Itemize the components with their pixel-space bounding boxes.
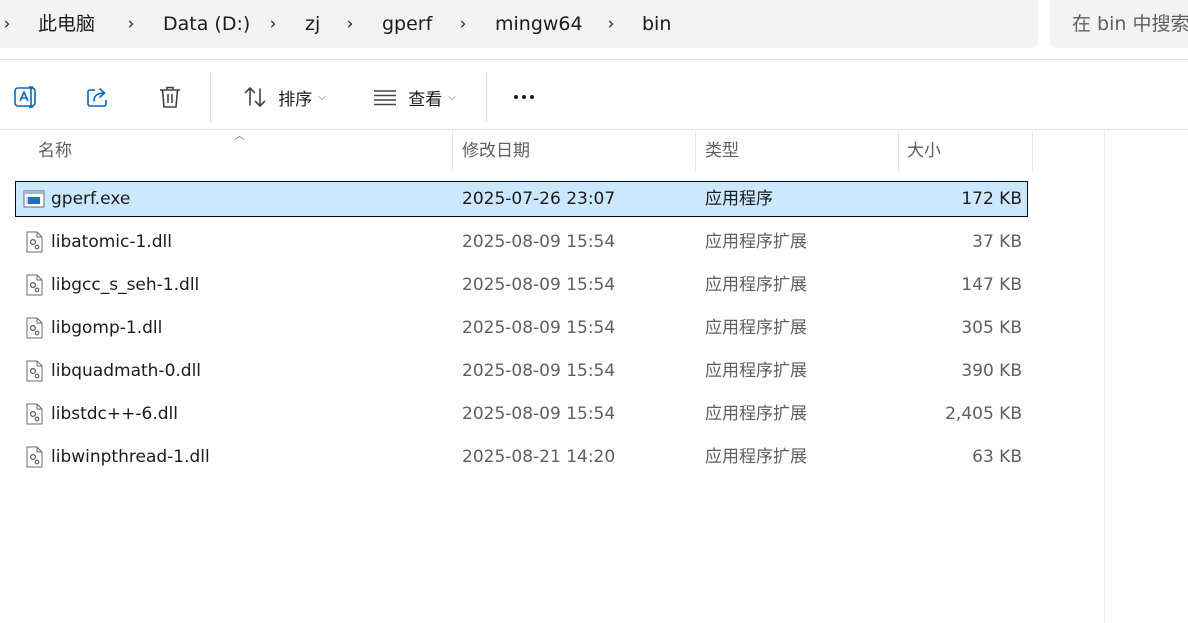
exe-icon xyxy=(23,190,45,208)
view-label: 查看 xyxy=(408,89,443,110)
file-row-libatomic[interactable]: libatomic-1.dll 2025-08-09 15:54 应用程序扩展 … xyxy=(15,224,1028,260)
file-modified: 2025-08-09 15:54 xyxy=(462,404,616,424)
breadcrumb-item-bin[interactable]: bin xyxy=(642,12,671,36)
file-type: 应用程序扩展 xyxy=(705,447,807,467)
file-size: 2,405 KB xyxy=(945,404,1022,424)
file-modified: 2025-08-09 15:54 xyxy=(462,232,616,252)
file-type: 应用程序 xyxy=(705,189,773,209)
toolbar-separator xyxy=(210,72,211,122)
file-row-gperf-exe[interactable]: gperf.exe 2025-07-26 23:07 应用程序 172 KB xyxy=(15,181,1028,217)
file-modified: 2025-08-09 15:54 xyxy=(462,361,616,381)
more-options-button[interactable] xyxy=(502,76,546,118)
chevron-down-icon: ⌵ xyxy=(448,91,456,103)
file-size: 147 KB xyxy=(961,275,1022,295)
column-header-type[interactable]: 类型 xyxy=(705,131,739,171)
file-row-libquadmath[interactable]: libquadmath-0.dll 2025-08-09 15:54 应用程序扩… xyxy=(15,353,1028,389)
file-size: 37 KB xyxy=(972,232,1022,252)
file-row-libgomp[interactable]: libgomp-1.dll 2025-08-09 15:54 应用程序扩展 30… xyxy=(15,310,1028,346)
column-resize-handle[interactable] xyxy=(695,131,696,171)
breadcrumb-item-zj[interactable]: zj xyxy=(305,12,320,36)
file-modified: 2025-08-09 15:54 xyxy=(462,275,616,295)
dll-icon xyxy=(26,274,43,296)
column-header-modified[interactable]: 修改日期 xyxy=(462,131,530,171)
file-modified: 2025-07-26 23:07 xyxy=(462,189,616,209)
address-bar[interactable]: › 此电脑 › Data (D:) › zj › gperf › mingw64… xyxy=(0,0,1038,48)
rename-button[interactable] xyxy=(4,76,48,118)
divider xyxy=(0,129,1188,130)
column-resize-handle[interactable] xyxy=(1032,131,1033,171)
file-size: 305 KB xyxy=(961,318,1022,338)
sort-ascending-icon: ︿ xyxy=(234,129,245,142)
column-resize-handle[interactable] xyxy=(898,131,899,171)
breadcrumb-separator-icon[interactable]: › xyxy=(0,12,14,36)
file-name: libwinpthread-1.dll xyxy=(51,447,210,467)
file-type: 应用程序扩展 xyxy=(705,232,807,252)
file-name: libgomp-1.dll xyxy=(51,318,163,338)
file-type: 应用程序扩展 xyxy=(705,404,807,424)
share-button[interactable] xyxy=(76,76,120,118)
breadcrumb-item-mingw64[interactable]: mingw64 xyxy=(495,12,583,36)
sort-button[interactable]: 排序 ⌵ xyxy=(226,76,342,118)
dll-icon xyxy=(26,446,43,468)
search-box[interactable] xyxy=(1050,0,1188,48)
column-header-size[interactable]: 大小 xyxy=(907,131,941,171)
file-size: 390 KB xyxy=(961,361,1022,381)
column-header-name[interactable]: 名称 xyxy=(38,131,72,171)
sort-label: 排序 xyxy=(278,89,313,110)
dll-icon xyxy=(26,403,43,425)
breadcrumb-separator-icon[interactable]: › xyxy=(124,12,138,36)
file-type: 应用程序扩展 xyxy=(705,275,807,295)
chevron-down-icon: ⌵ xyxy=(318,91,326,103)
file-size: 63 KB xyxy=(972,447,1022,467)
file-name: gperf.exe xyxy=(51,189,131,209)
breadcrumb-item-drive[interactable]: Data (D:) xyxy=(163,12,250,36)
dll-icon xyxy=(26,360,43,382)
breadcrumb-separator-icon[interactable]: › xyxy=(343,12,357,36)
breadcrumb-separator-icon[interactable]: › xyxy=(604,12,618,36)
view-button[interactable]: 查看 ⌵ xyxy=(360,76,468,118)
file-row-libgcc[interactable]: libgcc_s_seh-1.dll 2025-08-09 15:54 应用程序… xyxy=(15,267,1028,303)
file-modified: 2025-08-09 15:54 xyxy=(462,318,616,338)
dll-icon xyxy=(26,317,43,339)
pane-divider xyxy=(1104,131,1105,623)
sort-icon xyxy=(244,87,266,107)
file-row-libwinpthread[interactable]: libwinpthread-1.dll 2025-08-21 14:20 应用程… xyxy=(15,439,1028,475)
file-size: 172 KB xyxy=(961,189,1022,209)
file-type: 应用程序扩展 xyxy=(705,318,807,338)
search-input[interactable] xyxy=(1072,12,1188,36)
list-view-icon xyxy=(374,90,397,106)
breadcrumb-item-gperf[interactable]: gperf xyxy=(382,12,432,36)
file-name: libquadmath-0.dll xyxy=(51,361,202,381)
file-type: 应用程序扩展 xyxy=(705,361,807,381)
divider xyxy=(0,59,1188,60)
column-resize-handle[interactable] xyxy=(452,131,453,171)
toolbar-separator xyxy=(486,72,487,122)
dll-icon xyxy=(26,231,43,253)
rename-icon xyxy=(14,86,36,108)
file-row-libstdcxx[interactable]: libstdc++-6.dll 2025-08-09 15:54 应用程序扩展 … xyxy=(15,396,1028,432)
breadcrumb-separator-icon[interactable]: › xyxy=(266,12,280,36)
more-icon xyxy=(514,95,534,99)
breadcrumb-separator-icon[interactable]: › xyxy=(456,12,470,36)
breadcrumb-item-this-pc[interactable]: 此电脑 xyxy=(38,12,95,36)
delete-button[interactable] xyxy=(148,76,192,118)
file-modified: 2025-08-21 14:20 xyxy=(462,447,616,467)
file-name: libgcc_s_seh-1.dll xyxy=(51,275,200,295)
trash-icon xyxy=(160,86,180,108)
share-icon xyxy=(87,88,107,107)
file-name: libatomic-1.dll xyxy=(51,232,172,252)
file-name: libstdc++-6.dll xyxy=(51,404,178,424)
